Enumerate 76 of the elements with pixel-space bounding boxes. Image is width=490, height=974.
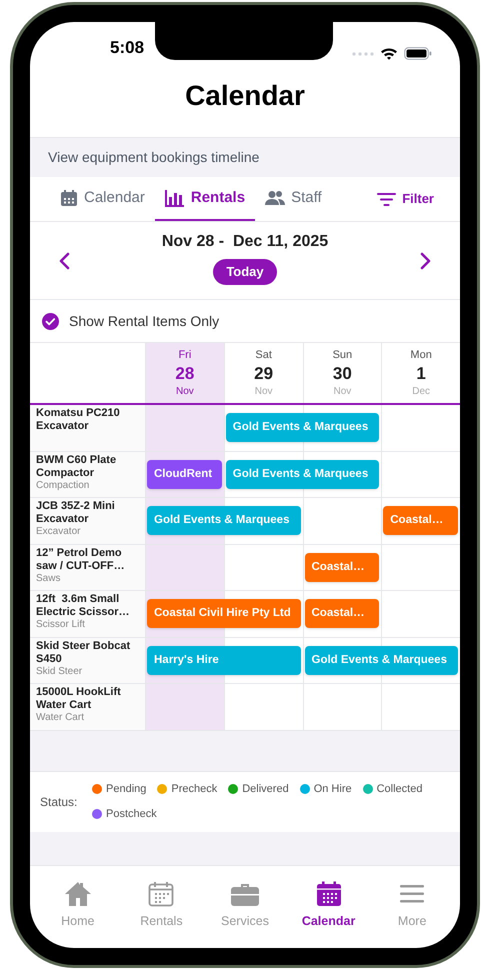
equipment-name: 12” Petrol Demo saw / CUT-OFF… bbox=[36, 546, 126, 572]
equipment-name: Komatsu PC210 Excavator bbox=[36, 407, 121, 433]
day-header[interactable]: Sat 29 Nov bbox=[224, 343, 302, 403]
briefcase-icon bbox=[230, 882, 259, 906]
equipment-name: JCB 35Z-2 Mini Excavator bbox=[36, 500, 116, 526]
checkbox-label: Show Rental Items Only bbox=[69, 312, 220, 331]
people-icon bbox=[265, 190, 286, 206]
menu-icon bbox=[400, 884, 424, 902]
booking-bar[interactable]: CloudRent bbox=[147, 460, 222, 489]
checkbox[interactable] bbox=[42, 312, 59, 330]
calendar-icon bbox=[60, 189, 78, 207]
filter-button[interactable]: Filter bbox=[377, 177, 440, 221]
equipment-category: Saws bbox=[36, 572, 62, 584]
nav-tab[interactable]: Services bbox=[210, 880, 280, 930]
day-number: 1 bbox=[416, 363, 426, 384]
day-header[interactable]: Sun 30 Nov bbox=[302, 343, 382, 403]
equipment-name: Skid Steer Bobcat S450 bbox=[36, 640, 132, 666]
weekday-label: Sat bbox=[255, 348, 272, 363]
equipment-category: Skid Steer bbox=[36, 666, 84, 678]
weekday-label: Mon bbox=[410, 348, 432, 363]
signal-icon bbox=[352, 52, 374, 56]
booking-bar[interactable]: Coastal… bbox=[304, 552, 380, 582]
day-number: 30 bbox=[332, 363, 352, 384]
tab[interactable]: Calendar bbox=[50, 177, 155, 221]
day-number: 28 bbox=[175, 363, 194, 384]
booking-bar[interactable]: Coastal Civil Hire Pty Ltd bbox=[147, 599, 300, 628]
day-header[interactable]: Mon 1 Dec bbox=[381, 343, 460, 403]
equipment-category: Scissor Lift bbox=[36, 619, 86, 631]
month-label: Dec bbox=[412, 385, 430, 400]
equipment-category: Compaction bbox=[36, 480, 90, 492]
tab[interactable]: Rentals bbox=[154, 177, 256, 221]
status-time: 5:08 bbox=[110, 36, 144, 58]
battery-icon bbox=[404, 47, 432, 60]
screen-title: Calendar bbox=[185, 82, 305, 110]
booking-bar[interactable]: Gold Events & Marquees bbox=[226, 413, 380, 442]
status-label: Pending bbox=[106, 782, 146, 797]
status-label: On Hire bbox=[314, 782, 352, 797]
day-header[interactable]: Fri 28 Nov bbox=[145, 343, 224, 403]
legend-label: Status: bbox=[40, 794, 78, 810]
equipment-category: Water Cart bbox=[36, 712, 85, 724]
equipment-category: Excavator bbox=[36, 526, 82, 538]
booking-bar[interactable]: Gold Events & Marquees bbox=[226, 460, 380, 489]
month-label: Nov bbox=[333, 385, 352, 400]
booking-bar[interactable]: Coastal… bbox=[383, 506, 458, 536]
status-label: Precheck bbox=[171, 782, 218, 797]
nav-tab[interactable]: Home bbox=[42, 880, 113, 930]
day-number: 29 bbox=[254, 363, 274, 384]
nav-tab[interactable]: Calendar bbox=[294, 880, 364, 930]
status-label: Delivered bbox=[242, 782, 289, 797]
date-range: Nov 28 - Dec 11, 2025 bbox=[162, 232, 328, 252]
month-label: Nov bbox=[254, 385, 273, 400]
calendar-icon bbox=[148, 880, 174, 906]
equipment-name: 12ft 3.6m Small Electric Scissor… bbox=[36, 593, 131, 619]
status-label: Postcheck bbox=[106, 806, 157, 822]
booking-bar[interactable]: Coastal… bbox=[304, 599, 380, 628]
tab[interactable]: Staff bbox=[255, 177, 332, 221]
house-icon bbox=[64, 880, 92, 906]
booking-bar[interactable]: Gold Events & Marquees bbox=[147, 506, 300, 536]
equipment-name: BWM C60 Plate Compactor bbox=[36, 454, 118, 480]
bar-chart-icon bbox=[164, 189, 185, 207]
nav-tab[interactable]: Rentals bbox=[126, 880, 196, 930]
today-button[interactable]: Today bbox=[213, 259, 277, 285]
filter-icon bbox=[377, 192, 396, 206]
subtitle: View equipment bookings timeline bbox=[48, 148, 260, 167]
wifi-icon bbox=[380, 47, 398, 60]
weekday-label: Sun bbox=[332, 348, 352, 363]
equipment-name: 15000L HookLift Water Cart bbox=[36, 686, 122, 712]
booking-bar[interactable]: Gold Events & Marquees bbox=[304, 646, 458, 675]
month-label: Nov bbox=[176, 385, 194, 400]
booking-bar[interactable]: Harry's Hire bbox=[147, 646, 300, 675]
status-label: Collected bbox=[376, 782, 422, 797]
calendar-icon bbox=[316, 880, 342, 906]
nav-tab[interactable]: More bbox=[377, 880, 448, 930]
chevron-icon bbox=[420, 252, 432, 270]
chevron-icon bbox=[58, 252, 70, 270]
weekday-label: Fri bbox=[178, 348, 192, 363]
